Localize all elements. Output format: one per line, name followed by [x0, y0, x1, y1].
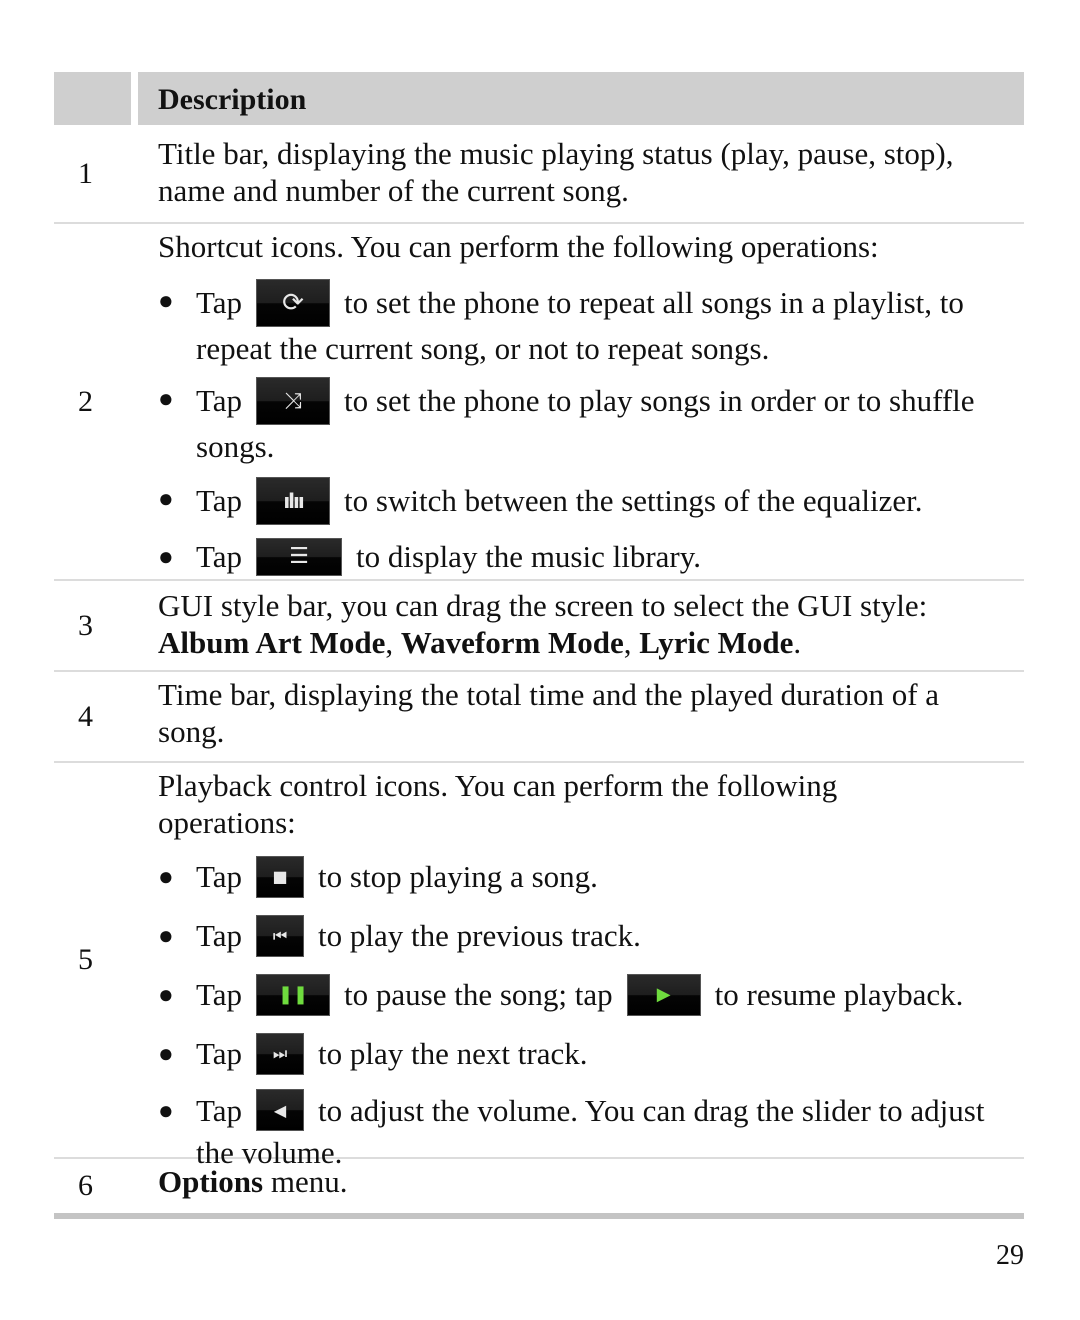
volume-icon: ◀ — [256, 1089, 305, 1132]
row-intro: Playback control icons. You can perform … — [158, 768, 838, 840]
repeat-icon: ⟳ — [256, 279, 331, 327]
bullet-item: ● Tap ☰ to display the music library. — [158, 537, 701, 576]
mode-lyric: Lyric Mode — [639, 625, 794, 660]
pause-icon: ❚❚ — [256, 973, 331, 1016]
mode-album-art: Album Art Mode — [158, 625, 386, 660]
bullet-item: ● Tap ⤨ to set the phone to play songs in … — [158, 377, 1014, 465]
play-icon: ▶ — [626, 973, 701, 1016]
table-row: 5 Playback control icons. You can perfor… — [54, 763, 1024, 1170]
row-number: 3 — [78, 608, 93, 642]
bullet-item: ● Tap ■ to stop playing a song. — [158, 855, 1014, 901]
row-description: GUI style bar, you can drag the screen t… — [158, 588, 928, 623]
table-row: 6 Options menu. — [54, 1159, 1024, 1219]
row-description: Title bar, displaying the music playing … — [158, 136, 954, 208]
bullet-item: ● Tap ⟳ to set the phone to repeat all son… — [158, 279, 1014, 367]
bullet-item: ● Tap ılıı to switch between the settings … — [158, 477, 1014, 528]
row-number: 2 — [78, 384, 93, 418]
row-intro: Shortcut icons. You can perform the foll… — [158, 229, 879, 264]
row-description: menu. — [263, 1164, 348, 1199]
equalizer-icon: ılıı — [256, 477, 331, 525]
table-row: 4 Time bar, displaying the total time an… — [54, 672, 1024, 763]
page-number: 29 — [996, 1240, 1024, 1271]
bullet-item: ● Tap ⏮ to play the previous track. — [158, 914, 1014, 960]
row-number: 6 — [78, 1169, 93, 1202]
music-library-icon: ☰ — [256, 537, 343, 576]
description-table: Description 1 Title bar, displaying the … — [54, 72, 1024, 1219]
row-number: 5 — [78, 943, 93, 976]
table-row: 1 Title bar, displaying the music playin… — [54, 125, 1024, 224]
header-number-cell — [54, 72, 131, 125]
row-number: 4 — [78, 699, 93, 733]
bullet-item: ● Tap ⏭ to play the next track. — [158, 1032, 1014, 1078]
previous-track-icon: ⏮ — [256, 914, 305, 957]
options-label: Options — [158, 1164, 264, 1199]
header-description-cell: Description — [138, 72, 1024, 125]
next-track-icon: ⏭ — [256, 1032, 305, 1075]
row-number: 1 — [78, 156, 93, 190]
shuffle-icon: ⤨ — [256, 377, 331, 425]
table-row: 3 GUI style bar, you can drag the screen… — [54, 581, 1024, 672]
mode-waveform: Waveform Mode — [400, 625, 624, 660]
table-header: Description — [54, 72, 1024, 125]
bullet-item: ● Tap ❚❚ to pause the song; tap ▶ to resume … — [158, 973, 1014, 1019]
stop-icon: ■ — [256, 855, 305, 898]
table-row: 2 Shortcut icons. You can perform the fo… — [54, 224, 1024, 581]
row-description: Time bar, displaying the total time and … — [158, 677, 940, 749]
